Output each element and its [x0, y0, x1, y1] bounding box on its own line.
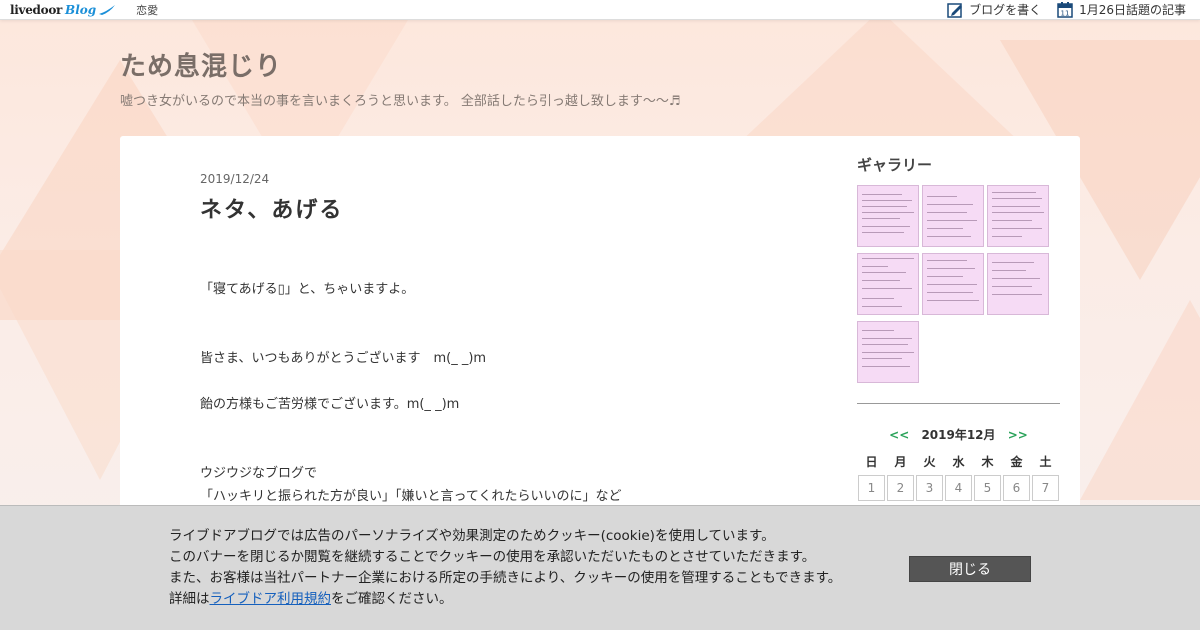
gallery-thumbnail[interactable]: [987, 253, 1049, 315]
calendar-next-link[interactable]: >>: [1008, 428, 1028, 442]
topic-articles-label: 1月26日話題の記事: [1079, 3, 1186, 17]
calendar-weekday: 水: [952, 455, 965, 469]
calendar-weekday: 月: [894, 455, 907, 469]
cookie-close-button[interactable]: 閉じる: [909, 556, 1031, 582]
category-link[interactable]: 恋愛: [136, 2, 158, 18]
calendar-header: << 2019年12月 >>: [857, 426, 1060, 443]
calendar-weekday: 火: [923, 455, 936, 469]
calendar-day: 7: [1032, 475, 1059, 501]
sidebar-divider: [857, 403, 1060, 404]
cookie-detail-prefix: 詳細は: [169, 591, 210, 607]
gallery-grid: [857, 185, 1060, 383]
article-date: 2019/12/24: [200, 172, 270, 186]
gallery-thumbnail[interactable]: [922, 253, 984, 315]
cookie-text: ライブドアブログでは広告のパーソナライズや効果測定のためクッキー(cookie)…: [169, 526, 841, 610]
calendar-day: 5: [974, 475, 1001, 501]
calendar-day: 1: [858, 475, 885, 501]
calendar-day: 4: [945, 475, 972, 501]
top-bar: livedoor Blog 恋愛 ブログを書く 11 1月26日話題の記事: [0, 0, 1200, 20]
article-body: 「寝てあげる▯」と、ちゃいますよ。 皆さま、いつもありがとうございます m(_ …: [200, 278, 760, 508]
write-blog-label: ブログを書く: [969, 3, 1042, 17]
calendar-grid: 日 月 火 水 木 金 土 1 2 3 4 5 6 7: [858, 453, 1060, 501]
calendar-weekday: 木: [981, 455, 994, 469]
terms-link[interactable]: ライブドア利用規約: [210, 591, 332, 607]
topic-articles-link[interactable]: 11 1月26日話題の記事: [1057, 1, 1186, 18]
sidebar: ギャラリー << 2019年12月 >> 日 月 火 水 木 金 土 1 2 3…: [857, 154, 1060, 501]
logo-blog-text: Blog: [65, 2, 97, 17]
calendar-day: 3: [916, 475, 943, 501]
cookie-detail-suffix: をご確認ください。: [331, 591, 453, 607]
calendar-weekday: 金: [1010, 455, 1023, 469]
calendar-icon: 11: [1057, 2, 1073, 18]
site-title[interactable]: ため息混じり: [120, 46, 282, 83]
article-paragraph: ウジウジなブログで: [200, 466, 318, 481]
cookie-line: このバナーを閉じるか閲覧を継続することでクッキーの使用を承認いただいたものとさせ…: [169, 549, 816, 565]
article-paragraph: 飴の方様もご苦労様でございます。m(_ _)m: [200, 397, 460, 412]
write-blog-link[interactable]: ブログを書く: [947, 1, 1041, 18]
livedoor-blog-logo[interactable]: livedoor Blog: [10, 3, 116, 17]
cookie-line: ライブドアブログでは広告のパーソナライズや効果測定のためクッキー(cookie)…: [169, 528, 775, 544]
article-title[interactable]: ネタ、あげる: [200, 192, 760, 224]
pencil-icon: [947, 2, 963, 18]
cookie-banner: ライブドアブログでは広告のパーソナライズや効果測定のためクッキー(cookie)…: [0, 505, 1200, 630]
site-description: 嘘つき女がいるので本当の事を言いまくろうと思います。 全部話したら引っ越し致しま…: [120, 94, 681, 109]
bird-icon: [99, 4, 116, 15]
gallery-thumbnail[interactable]: [857, 321, 919, 383]
calendar-weekday: 日: [865, 455, 878, 469]
gallery-thumbnail[interactable]: [857, 185, 919, 247]
cookie-line: また、お客様は当社パートナー企業における所定の手続きにより、クッキーの使用を管理…: [169, 570, 842, 586]
gallery-title: ギャラリー: [857, 156, 933, 174]
article-paragraph: 皆さま、いつもありがとうございます m(_ _)m: [200, 351, 487, 366]
gallery-thumbnail[interactable]: [857, 253, 919, 315]
calendar-day: 6: [1003, 475, 1030, 501]
article-paragraph: 「寝てあげる▯」と、ちゃいますよ。: [200, 282, 415, 297]
article: 2019/12/24 ネタ、あげる 「寝てあげる▯」と、ちゃいますよ。 皆さま、…: [200, 172, 760, 508]
gallery-thumbnail[interactable]: [987, 185, 1049, 247]
calendar-month: 2019年12月: [921, 428, 996, 442]
calendar-weekday: 土: [1039, 455, 1052, 469]
calendar-day: 2: [887, 475, 914, 501]
logo-livedoor-text: livedoor: [10, 2, 63, 17]
gallery-thumbnail[interactable]: [922, 185, 984, 247]
calendar-prev-link[interactable]: <<: [889, 428, 909, 442]
cookie-line: 詳細はライブドア利用規約をご確認ください。: [169, 589, 841, 610]
calendar-icon-day: 11: [1061, 10, 1070, 18]
